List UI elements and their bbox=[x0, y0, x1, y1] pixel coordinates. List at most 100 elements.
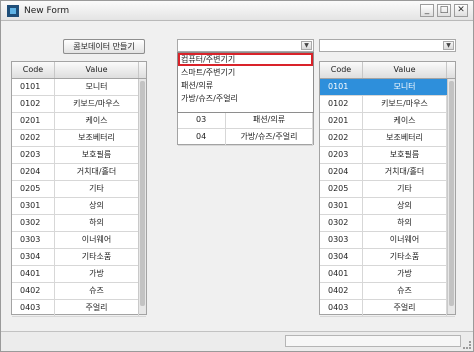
table-row[interactable]: 0101 모니터 bbox=[320, 79, 455, 96]
table-row[interactable]: 0303 이너웨어 bbox=[320, 232, 455, 249]
code-cell[interactable]: 0201 bbox=[12, 113, 55, 129]
value-cell[interactable]: 기타 bbox=[363, 181, 447, 197]
value-cell[interactable]: 이너웨어 bbox=[55, 232, 139, 248]
table-row[interactable]: 0204 거치대/홀더 bbox=[320, 164, 455, 181]
value-cell[interactable]: 하의 bbox=[363, 215, 447, 231]
table-row[interactable]: 0204 거치대/홀더 bbox=[12, 164, 146, 181]
table-row[interactable]: 0205 기타 bbox=[12, 181, 146, 198]
value-cell[interactable]: 주얼리 bbox=[363, 300, 447, 316]
value-cell[interactable]: 보호필름 bbox=[55, 147, 139, 163]
value-cell[interactable]: 케이스 bbox=[55, 113, 139, 129]
chevron-down-icon[interactable]: ▼ bbox=[443, 41, 454, 50]
table-row[interactable]: 0302 하의 bbox=[12, 215, 146, 232]
table-row[interactable]: 0201 케이스 bbox=[12, 113, 146, 130]
value-cell[interactable]: 하의 bbox=[55, 215, 139, 231]
code-cell[interactable]: 0101 bbox=[320, 79, 363, 95]
code-cell[interactable]: 0402 bbox=[320, 283, 363, 299]
make-combo-data-button[interactable]: 콤보데이터 만들기 bbox=[63, 39, 145, 54]
table-row[interactable]: 0202 보조베터리 bbox=[320, 130, 455, 147]
left-grid-scroll-thumb[interactable] bbox=[140, 81, 145, 306]
column-header-value[interactable]: Value bbox=[55, 62, 139, 78]
table-row[interactable]: 0202 보조베터리 bbox=[12, 130, 146, 147]
middle-category-grid[interactable]: 03 패션/의류 04 가방/슈즈/주얼리 bbox=[177, 111, 314, 146]
code-cell[interactable]: 0402 bbox=[12, 283, 55, 299]
right-code-grid[interactable]: Code Value 0101 모니터 0102 키보드/마우스 0201 케이스 0202… bbox=[319, 61, 456, 317]
code-cell[interactable]: 0205 bbox=[320, 181, 363, 197]
code-cell[interactable]: 0401 bbox=[12, 266, 55, 282]
title-bar[interactable]: New Form _ □ ✕ bbox=[1, 1, 473, 21]
table-row[interactable]: 0402 슈즈 bbox=[320, 283, 455, 300]
value-cell[interactable]: 패션/의류 bbox=[226, 112, 313, 128]
left-code-grid[interactable]: Code Value 0101 모니터 0102 키보드/마우스 0201 케이스 0202… bbox=[11, 61, 147, 317]
dropdown-option[interactable]: 컴퓨터/주변기기 bbox=[178, 53, 313, 66]
code-cell[interactable]: 04 bbox=[178, 129, 226, 145]
table-row[interactable]: 0301 상의 bbox=[12, 198, 146, 215]
value-cell[interactable]: 가방/슈즈/주얼리 bbox=[226, 129, 313, 145]
code-cell[interactable]: 0201 bbox=[320, 113, 363, 129]
column-header-code[interactable]: Code bbox=[12, 62, 55, 78]
code-cell[interactable]: 0205 bbox=[12, 181, 55, 197]
value-cell[interactable]: 모니터 bbox=[363, 79, 447, 95]
table-row[interactable]: 0102 키보드/마우스 bbox=[320, 96, 455, 113]
code-cell[interactable]: 0202 bbox=[320, 130, 363, 146]
dropdown-option[interactable]: 가방/슈즈/주얼리 bbox=[178, 92, 313, 105]
code-cell[interactable]: 0303 bbox=[12, 232, 55, 248]
table-row[interactable]: 03 패션/의류 bbox=[178, 112, 313, 129]
table-row[interactable]: 0203 보호필름 bbox=[12, 147, 146, 164]
dropdown-option[interactable]: 스마트/주변기기 bbox=[178, 66, 313, 79]
code-cell[interactable]: 0102 bbox=[320, 96, 363, 112]
table-row[interactable]: 0304 기타소품 bbox=[12, 249, 146, 266]
value-cell[interactable]: 기타소품 bbox=[55, 249, 139, 265]
table-row[interactable]: 04 가방/슈즈/주얼리 bbox=[178, 129, 313, 146]
code-cell[interactable]: 0303 bbox=[320, 232, 363, 248]
table-row[interactable]: 0402 슈즈 bbox=[12, 283, 146, 300]
value-cell[interactable]: 기타소품 bbox=[363, 249, 447, 265]
table-row[interactable]: 0101 모니터 bbox=[12, 79, 146, 96]
value-cell[interactable]: 상의 bbox=[55, 198, 139, 214]
close-button[interactable]: ✕ bbox=[454, 4, 468, 17]
code-cell[interactable]: 0403 bbox=[12, 300, 55, 316]
value-cell[interactable]: 케이스 bbox=[363, 113, 447, 129]
maximize-button[interactable]: □ bbox=[437, 4, 451, 17]
value-cell[interactable]: 보조베터리 bbox=[363, 130, 447, 146]
table-row[interactable]: 0403 주얼리 bbox=[320, 300, 455, 317]
value-cell[interactable]: 가방 bbox=[55, 266, 139, 282]
table-row[interactable]: 0205 기타 bbox=[320, 181, 455, 198]
value-cell[interactable]: 슈즈 bbox=[55, 283, 139, 299]
right-grid-scrollbar[interactable] bbox=[447, 79, 455, 314]
value-cell[interactable]: 모니터 bbox=[55, 79, 139, 95]
code-cell[interactable]: 0401 bbox=[320, 266, 363, 282]
table-row[interactable]: 0102 키보드/마우스 bbox=[12, 96, 146, 113]
value-cell[interactable]: 거치대/홀더 bbox=[55, 164, 139, 180]
code-cell[interactable]: 0101 bbox=[12, 79, 55, 95]
code-cell[interactable]: 03 bbox=[178, 112, 226, 128]
code-cell[interactable]: 0204 bbox=[320, 164, 363, 180]
table-row[interactable]: 0302 하의 bbox=[320, 215, 455, 232]
code-cell[interactable]: 0302 bbox=[320, 215, 363, 231]
code-cell[interactable]: 0304 bbox=[320, 249, 363, 265]
column-header-code[interactable]: Code bbox=[320, 62, 363, 78]
value-cell[interactable]: 이너웨어 bbox=[363, 232, 447, 248]
category-dropdown-list[interactable]: 컴퓨터/주변기기 스마트/주변기기 패션/의류 가방/슈즈/주얼리 bbox=[177, 52, 314, 113]
value-cell[interactable]: 가방 bbox=[363, 266, 447, 282]
dropdown-option[interactable]: 패션/의류 bbox=[178, 79, 313, 92]
minimize-button[interactable]: _ bbox=[420, 4, 434, 17]
table-row[interactable]: 0403 주얼리 bbox=[12, 300, 146, 317]
value-cell[interactable]: 보조베터리 bbox=[55, 130, 139, 146]
code-cell[interactable]: 0204 bbox=[12, 164, 55, 180]
right-grid-scroll-thumb[interactable] bbox=[449, 81, 454, 306]
value-cell[interactable]: 기타 bbox=[55, 181, 139, 197]
code-cell[interactable]: 0302 bbox=[12, 215, 55, 231]
filter-combo[interactable]: ▼ bbox=[319, 39, 456, 52]
table-row[interactable]: 0401 가방 bbox=[12, 266, 146, 283]
value-cell[interactable]: 키보드/마우스 bbox=[363, 96, 447, 112]
code-cell[interactable]: 0203 bbox=[320, 147, 363, 163]
code-cell[interactable]: 0203 bbox=[12, 147, 55, 163]
code-cell[interactable]: 0403 bbox=[320, 300, 363, 316]
table-row[interactable]: 0203 보호필름 bbox=[320, 147, 455, 164]
value-cell[interactable]: 주얼리 bbox=[55, 300, 139, 316]
value-cell[interactable]: 키보드/마우스 bbox=[55, 96, 139, 112]
table-row[interactable]: 0201 케이스 bbox=[320, 113, 455, 130]
resize-grip-icon[interactable] bbox=[463, 341, 471, 349]
code-cell[interactable]: 0301 bbox=[12, 198, 55, 214]
